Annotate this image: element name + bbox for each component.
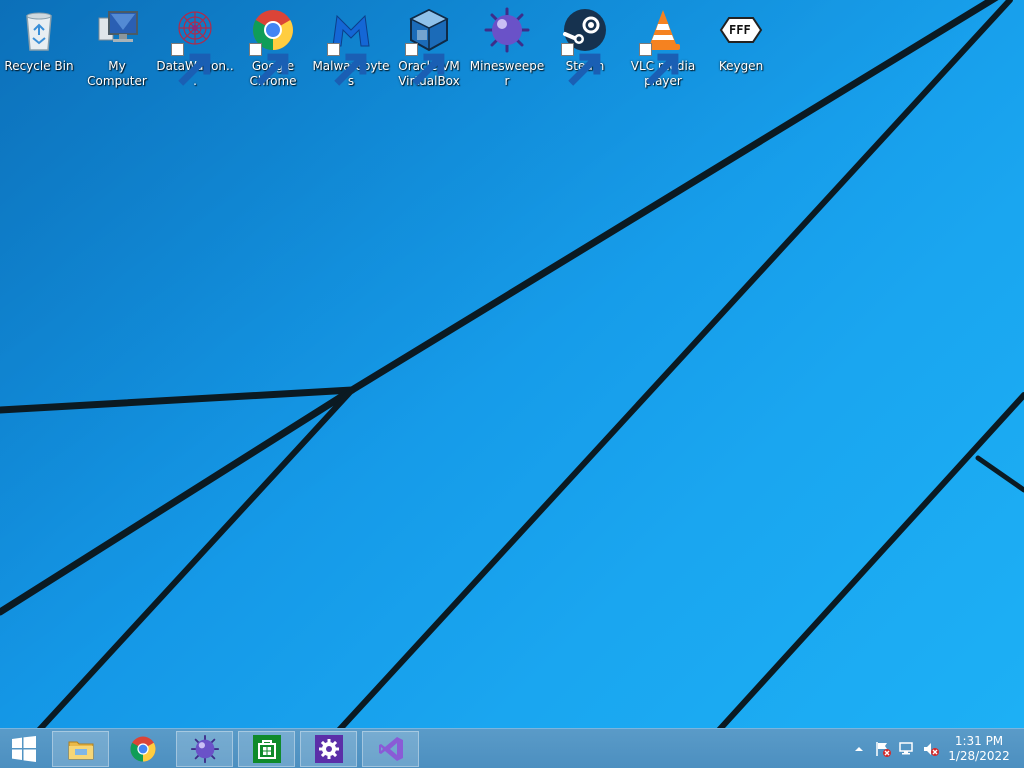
desktop-icon-datawagon[interactable]: DataWagon...	[156, 4, 234, 94]
minesweeper-icon	[484, 7, 530, 53]
file-explorer-icon	[68, 741, 93, 760]
desktop-icon-vlc[interactable]: VLC media player	[624, 4, 702, 94]
keygen-icon: FFF	[719, 17, 763, 43]
desktop-icon-minesweeper[interactable]: Minesweeper	[468, 4, 546, 94]
chrome-icon	[130, 736, 155, 762]
recycle-bin-icon	[26, 12, 52, 51]
network-icon[interactable]	[898, 741, 916, 757]
taskbar-chrome[interactable]	[114, 731, 171, 767]
clock[interactable]: 1:31 PM 1/28/2022	[944, 734, 1014, 764]
computer-icon	[98, 11, 138, 42]
store-icon	[252, 735, 281, 763]
shortcut-arrow-icon	[327, 43, 367, 86]
shortcut-arrow-icon	[405, 43, 445, 86]
windows-logo-icon	[12, 736, 36, 762]
desktop-icon-recycle-bin[interactable]: Recycle Bin	[0, 4, 78, 94]
settings-icon	[314, 735, 343, 763]
desktop-icon-google-chrome[interactable]: Google Chrome	[234, 4, 312, 94]
start-button[interactable]	[0, 731, 48, 767]
desktop-icon-steam[interactable]: Steam	[546, 4, 624, 94]
shortcut-arrow-icon	[171, 43, 211, 86]
shortcut-arrow-icon	[639, 43, 679, 86]
desktop-icon-label: Keygen	[718, 59, 764, 73]
desktop-icon-malwarebytes[interactable]: Malwarebytes	[312, 4, 390, 94]
desktop-icon-virtualbox[interactable]: Oracle VM VirtualBox	[390, 4, 468, 94]
taskbar-store[interactable]	[238, 731, 295, 767]
taskbar-visual-studio[interactable]	[362, 731, 419, 767]
show-hidden-icons-chevron[interactable]	[850, 741, 868, 757]
chevron-up-icon	[855, 747, 863, 751]
clock-date: 1/28/2022	[948, 749, 1010, 763]
taskbar-file-explorer[interactable]	[52, 731, 109, 767]
taskbar-minesweeper[interactable]	[176, 731, 233, 767]
visual-studio-icon	[378, 737, 403, 761]
desktop-icon-label: Recycle Bin	[4, 59, 74, 73]
shortcut-arrow-icon	[561, 43, 601, 86]
action-center-flag-icon[interactable]	[874, 741, 892, 757]
svg-text:FFF: FFF	[729, 23, 751, 37]
minesweeper-icon	[190, 734, 219, 764]
desktop-icon-label: My Computer	[87, 59, 147, 88]
volume-muted-icon[interactable]	[922, 741, 940, 757]
clock-time: 1:31 PM	[954, 734, 1004, 748]
wallpaper	[0, 0, 1024, 728]
desktop-icon-label: Minesweeper	[469, 59, 545, 88]
taskbar: 1:31 PM 1/28/2022	[0, 728, 1024, 768]
desktop-icon-my-computer[interactable]: My Computer	[78, 4, 156, 94]
shortcut-arrow-icon	[249, 43, 289, 86]
taskbar-settings[interactable]	[300, 731, 357, 767]
desktop[interactable]: Recycle Bin My Computer DataWagon... Goo…	[0, 0, 1024, 728]
desktop-icon-keygen[interactable]: FFF Keygen	[702, 4, 780, 94]
